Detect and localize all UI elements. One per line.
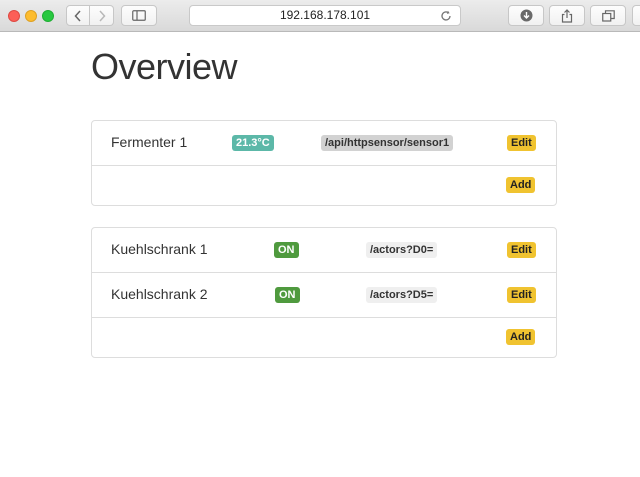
downloads-button[interactable] <box>508 5 544 26</box>
actor-endpoint: /actors?D5= <box>366 287 438 303</box>
actor-name: Kuehlschrank 2 <box>111 286 208 302</box>
actors-panel: Kuehlschrank 1 ON /actors?D0= Edit Kuehl… <box>91 227 557 358</box>
actor-row: Kuehlschrank 1 ON /actors?D0= Edit <box>92 228 556 273</box>
sensors-footer: Add <box>92 166 556 205</box>
minimize-window-button[interactable] <box>25 10 37 22</box>
add-sensor-button[interactable]: Add <box>506 177 536 193</box>
actors-footer: Add <box>92 318 556 357</box>
temperature-badge: 21.3°C <box>232 135 274 151</box>
new-tab-button[interactable] <box>632 5 640 26</box>
back-button[interactable] <box>66 5 90 26</box>
sensors-panel: Fermenter 1 21.3°C /api/httpsensor/senso… <box>91 120 557 206</box>
close-window-button[interactable] <box>8 10 20 22</box>
add-actor-button[interactable]: Add <box>506 329 536 345</box>
actor-state-badge: ON <box>275 287 300 303</box>
download-icon <box>520 9 532 22</box>
zoom-window-button[interactable] <box>42 10 54 22</box>
address-text: 192.168.178.101 <box>279 8 371 22</box>
sidebar-button[interactable] <box>121 5 157 26</box>
share-icon <box>561 8 573 23</box>
page-title: Overview <box>91 46 238 87</box>
reload-icon <box>441 10 451 21</box>
actor-name: Kuehlschrank 1 <box>111 241 208 257</box>
sensor-endpoint: /api/httpsensor/sensor1 <box>321 135 454 151</box>
browser-toolbar: 192.168.178.101 <box>0 0 640 32</box>
edit-actor-button[interactable]: Edit <box>507 287 536 303</box>
navigation-buttons <box>66 5 114 26</box>
reload-button[interactable] <box>440 6 452 25</box>
tabs-icon <box>601 9 615 22</box>
sidebar-icon <box>132 10 146 21</box>
tabs-overview-button[interactable] <box>590 5 626 26</box>
chevron-left-icon <box>74 9 81 22</box>
edit-sensor-button[interactable]: Edit <box>507 135 536 151</box>
actor-endpoint: /actors?D0= <box>366 242 438 258</box>
sensor-row: Fermenter 1 21.3°C /api/httpsensor/senso… <box>92 121 556 166</box>
sensor-name: Fermenter 1 <box>111 134 188 150</box>
address-bar[interactable]: 192.168.178.101 <box>189 5 461 26</box>
actor-row: Kuehlschrank 2 ON /actors?D5= Edit <box>92 273 556 318</box>
edit-actor-button[interactable]: Edit <box>507 242 536 258</box>
actor-state-badge: ON <box>274 242 299 258</box>
chevron-right-icon <box>98 9 106 22</box>
share-button[interactable] <box>549 5 585 26</box>
forward-button[interactable] <box>90 5 114 26</box>
